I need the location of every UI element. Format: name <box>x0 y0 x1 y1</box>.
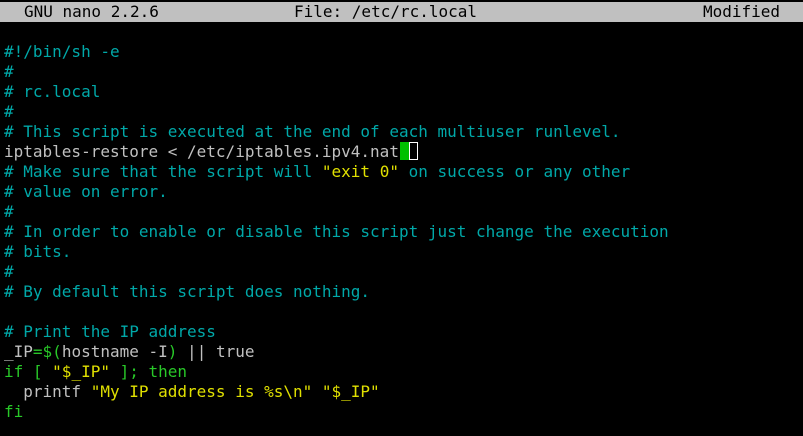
code-line[interactable]: # <box>4 202 803 222</box>
command-text: printf <box>4 382 91 401</box>
comment-text: on success or any other <box>398 162 631 181</box>
code-line[interactable]: #!/bin/sh -e <box>4 42 803 62</box>
code-line[interactable]: # rc.local <box>4 82 803 102</box>
app-name: GNU nano 2.2.6 <box>24 2 159 21</box>
keyword-text: if [ <box>4 362 53 381</box>
code-line[interactable]: # <box>4 262 803 282</box>
string-literal: "My IP address is %s\n" "$_IP" <box>90 382 380 401</box>
code-line[interactable]: # Print the IP address <box>4 322 803 342</box>
string-literal: "$_IP" <box>52 362 110 381</box>
variable-name: _IP <box>4 342 33 361</box>
editor-area[interactable]: #!/bin/sh -e # # rc.local # # This scrip… <box>4 42 803 422</box>
code-line[interactable]: # bits. <box>4 242 803 262</box>
command-text: || true <box>177 342 255 361</box>
code-line[interactable]: # value on error. <box>4 182 803 202</box>
operator: ) <box>167 342 178 361</box>
code-text: iptables-restore < /etc/iptables.ipv4.na… <box>4 142 399 161</box>
code-line[interactable]: if [ "$_IP" ]; then <box>4 362 803 382</box>
code-line[interactable]: printf "My IP address is %s\n" "$_IP" <box>4 382 803 402</box>
code-line[interactable]: # <box>4 62 803 82</box>
command-text: hostname -I <box>61 342 168 361</box>
code-line[interactable]: # <box>4 102 803 122</box>
file-name: File: /etc/rc.local <box>294 2 478 21</box>
comment-text: # Make sure that the script will <box>4 162 322 181</box>
operator: = <box>32 342 43 361</box>
code-line[interactable]: _IP=$(hostname -I) || true <box>4 342 803 362</box>
code-line[interactable]: # This script is executed at the end of … <box>4 122 803 142</box>
code-line[interactable]: # By default this script does nothing. <box>4 282 803 302</box>
cursor-outline <box>408 142 418 160</box>
code-line[interactable]: # In order to enable or disable this scr… <box>4 222 803 242</box>
modified-status: Modified <box>703 2 781 21</box>
title-bar: GNU nano 2.2.6 File: /etc/rc.local Modif… <box>0 2 803 22</box>
keyword-text: ]; then <box>109 362 188 381</box>
code-line[interactable] <box>4 302 803 322</box>
operator: $( <box>42 342 62 361</box>
string-literal: "exit 0" <box>321 162 399 181</box>
code-line[interactable]: # Make sure that the script will "exit 0… <box>4 162 803 182</box>
code-line[interactable]: fi <box>4 402 803 422</box>
text-cursor <box>399 142 409 160</box>
code-line[interactable]: iptables-restore < /etc/iptables.ipv4.na… <box>4 142 803 162</box>
